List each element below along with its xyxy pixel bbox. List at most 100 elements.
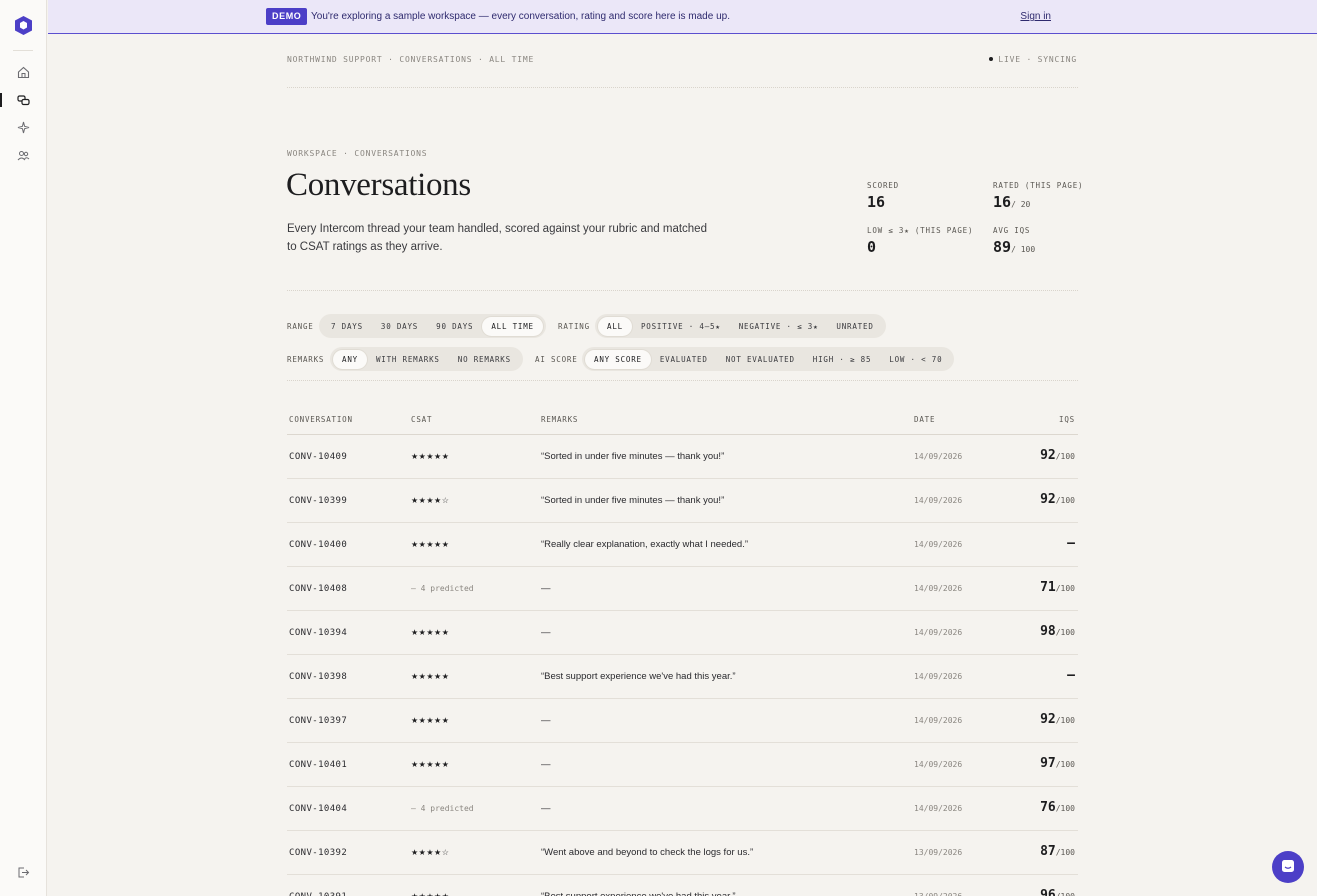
filter-option[interactable]: 7 DAYS	[322, 317, 372, 336]
range-filter: 7 DAYS 30 DAYS 90 DAYS ALL TIME	[319, 314, 546, 338]
iqs-score: 97/100	[1040, 756, 1075, 771]
conversation-id[interactable]: CONV-10397	[289, 716, 347, 726]
range-label: RANGE	[287, 322, 314, 331]
csat-rating: ★★★★☆	[411, 848, 450, 857]
filter-option[interactable]: ALL TIME	[482, 316, 543, 336]
table-row[interactable]: CONV-10397 ★★★★★ — 14/09/2026 92/100	[287, 699, 1078, 743]
filter-option[interactable]: NO REMARKS	[449, 350, 520, 369]
table-row[interactable]: CONV-10398 ★★★★★ “Best support experience …	[287, 655, 1078, 699]
remark-text: —	[541, 803, 551, 814]
page-description: Every Intercom thread your team handled,…	[287, 223, 707, 253]
stat-label: SCORED	[867, 181, 899, 190]
filter-option[interactable]: NEGATIVE · ≤ 3★	[730, 317, 828, 336]
sidebar	[0, 0, 47, 896]
filter-option[interactable]: ALL	[598, 316, 632, 336]
stat-low: LOW ≤ 3★ (THIS PAGE) 0	[867, 226, 973, 256]
column-header-date[interactable]: DATE	[914, 415, 935, 424]
csat-rating: ★★★★★	[411, 716, 450, 725]
filter-option[interactable]: ANY	[333, 349, 367, 369]
filter-option[interactable]: NOT EVALUATED	[717, 350, 804, 369]
stat-scored: SCORED 16	[867, 181, 899, 211]
table-row[interactable]: CONV-10409 ★★★★★ “Sorted in under five min…	[287, 435, 1078, 479]
table-row[interactable]: CONV-10404 — 4 predicted — 14/09/2026 76/100	[287, 787, 1078, 831]
csat-rating: ★★★★★	[411, 452, 450, 461]
filter-option[interactable]: ANY SCORE	[585, 349, 651, 369]
chat-launcher-button[interactable]	[1272, 851, 1304, 883]
remark-text: “Best support experience we've had this …	[541, 891, 736, 896]
stat-value: 0	[867, 238, 877, 256]
conversation-id[interactable]: CONV-10404	[289, 804, 347, 814]
filter-option[interactable]: LOW · < 70	[880, 350, 951, 369]
csat-rating: ★★★★★	[411, 760, 450, 769]
remark-text: —	[541, 759, 551, 770]
conversation-id[interactable]: CONV-10401	[289, 760, 347, 770]
live-status-text: LIVE · SYNCING	[998, 55, 1077, 64]
iqs-score: 87/100	[1040, 844, 1075, 859]
conversation-id[interactable]: CONV-10398	[289, 672, 347, 682]
table-row[interactable]: CONV-10400 ★★★★★ “Really clear explanation…	[287, 523, 1078, 567]
filter-option[interactable]: EVALUATED	[651, 350, 717, 369]
filter-option[interactable]: HIGH · ≥ 85	[804, 350, 880, 369]
column-header-iqs[interactable]: IQS	[1059, 415, 1075, 424]
ai-score-filter: ANY SCORE EVALUATED NOT EVALUATED HIGH · ≥ …	[582, 347, 955, 371]
filter-option[interactable]: WITH REMARKS	[367, 350, 449, 369]
remark-text: “Really clear explanation, exactly what …	[541, 539, 749, 550]
conversation-id[interactable]: CONV-10394	[289, 628, 347, 638]
csat-rating: ★★★★★	[411, 628, 450, 637]
sidebar-divider	[13, 50, 33, 51]
team-icon[interactable]	[17, 149, 30, 162]
remarks-label: REMARKS	[287, 355, 325, 364]
chat-bubble-icon	[1282, 860, 1294, 872]
stat-label: AVG IQS	[993, 226, 1031, 235]
iqs-score: 96/100	[1040, 888, 1075, 896]
date: 14/09/2026	[914, 496, 963, 505]
column-header-remarks[interactable]: REMARKS	[541, 415, 578, 424]
filter-option[interactable]: POSITIVE · 4–5★	[632, 317, 730, 336]
iqs-score: 98/100	[1040, 624, 1075, 639]
conversations-icon[interactable]	[17, 94, 30, 107]
logo-icon[interactable]	[15, 16, 32, 35]
iqs-score: 92/100	[1040, 448, 1075, 463]
demo-badge: DEMO	[266, 8, 308, 25]
stat-label: LOW ≤ 3★ (THIS PAGE)	[867, 226, 974, 235]
conversation-id[interactable]: CONV-10399	[289, 496, 347, 506]
iqs-score: 71/100	[1040, 580, 1075, 595]
logout-icon[interactable]	[17, 866, 30, 879]
conversation-id[interactable]: CONV-10409	[289, 452, 347, 462]
conversation-id[interactable]: CONV-10392	[289, 848, 347, 858]
filter-option[interactable]: 30 DAYS	[372, 317, 427, 336]
iqs-score: —	[1067, 536, 1075, 551]
breadcrumb: NORTHWIND SUPPORT · CONVERSATIONS · ALL …	[287, 55, 535, 64]
remark-text: “Best support experience we've had this …	[541, 671, 736, 682]
live-dot-icon	[989, 57, 994, 61]
stat-value: 16/ 20	[993, 193, 1031, 211]
sign-in-link[interactable]: Sign in	[1020, 11, 1051, 22]
table-row[interactable]: CONV-10392 ★★★★☆ “Went above and beyond to…	[287, 831, 1078, 875]
stat-value: 89/ 100	[993, 238, 1036, 256]
conversation-id[interactable]: CONV-10408	[289, 584, 347, 594]
table-row[interactable]: CONV-10408 — 4 predicted — 14/09/2026 71/100	[287, 567, 1078, 611]
sparkle-icon[interactable]	[17, 121, 30, 134]
table-row[interactable]: CONV-10394 ★★★★★ — 14/09/2026 98/100	[287, 611, 1078, 655]
stat-rated: RATED (THIS PAGE) 16/ 20	[993, 181, 1083, 211]
column-header-conversation[interactable]: CONVERSATION	[289, 415, 353, 424]
filter-option[interactable]: UNRATED	[827, 317, 882, 336]
column-header-csat[interactable]: CSAT	[411, 415, 432, 424]
csat-rating: ★★★★★	[411, 892, 449, 896]
table-row[interactable]: CONV-10391 ★★★★★ “Best support experience …	[287, 875, 1078, 896]
ai-score-label: AI SCORE	[535, 355, 578, 364]
date: 14/09/2026	[914, 760, 963, 769]
divider	[287, 290, 1078, 291]
home-icon[interactable]	[17, 66, 30, 79]
conversation-id[interactable]: CONV-10391	[289, 892, 347, 896]
conversation-id[interactable]: CONV-10400	[289, 540, 347, 550]
page-title: Conversations	[286, 167, 471, 203]
date: 14/09/2026	[914, 672, 963, 681]
table-row[interactable]: CONV-10399 ★★★★☆ “Sorted in under five min…	[287, 479, 1078, 523]
filter-option[interactable]: 90 DAYS	[427, 317, 482, 336]
live-status: LIVE · SYNCING	[989, 55, 1077, 64]
table-row[interactable]: CONV-10401 ★★★★★ — 14/09/2026 97/100	[287, 743, 1078, 787]
date: 13/09/2026	[914, 892, 962, 896]
date: 14/09/2026	[914, 540, 963, 549]
demo-banner: DEMO You're exploring a sample workspace…	[48, 0, 1317, 34]
